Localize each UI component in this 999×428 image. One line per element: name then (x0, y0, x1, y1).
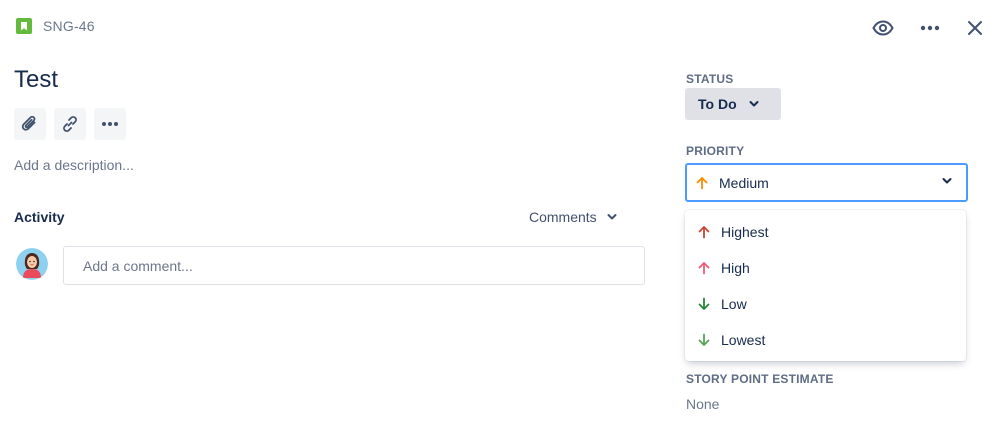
more-horizontal-icon (102, 122, 118, 126)
issue-key: SNG-46 (43, 18, 95, 34)
priority-option-label: Low (721, 296, 747, 312)
header-actions (851, 12, 991, 44)
eye-icon (872, 20, 894, 36)
priority-dropdown-menu: Highest High Low Lowest (685, 210, 966, 361)
story-point-estimate-value[interactable]: None (686, 396, 719, 412)
attach-button[interactable] (14, 108, 46, 140)
close-button[interactable] (959, 12, 991, 44)
priority-option-label: High (721, 260, 750, 276)
avatar (16, 248, 48, 280)
close-icon (968, 21, 982, 35)
priority-value: Medium (719, 174, 769, 191)
arrow-down-icon (698, 333, 710, 346)
arrow-up-icon (698, 262, 710, 275)
chevron-down-icon (749, 101, 759, 107)
priority-option-label: Lowest (721, 332, 766, 348)
issue-header: SNG-46 (0, 0, 999, 56)
status-dropdown-button[interactable]: To Do (685, 88, 781, 120)
priority-label: PRIORITY (686, 144, 745, 158)
comment-input[interactable] (63, 246, 645, 285)
priority-select[interactable]: Medium (685, 163, 968, 202)
status-label: STATUS (686, 72, 734, 86)
description-placeholder[interactable]: Add a description... (14, 157, 134, 173)
more-horizontal-icon (920, 25, 940, 31)
link-icon (63, 116, 77, 132)
chevron-down-icon (607, 214, 617, 220)
paperclip-icon (21, 115, 36, 131)
toolbar-more-button[interactable] (94, 108, 126, 140)
priority-option-lowest[interactable]: Lowest (685, 322, 966, 358)
issue-toolbar (14, 108, 126, 140)
issue-title[interactable]: Test (14, 66, 58, 94)
more-actions-button[interactable] (914, 12, 946, 44)
story-icon (16, 18, 32, 34)
status-value: To Do (698, 96, 737, 112)
story-point-estimate-label: STORY POINT ESTIMATE (686, 372, 834, 386)
activity-filter-label: Comments (529, 209, 597, 225)
activity-filter-select[interactable]: Comments (529, 209, 617, 225)
user-avatar-icon (16, 248, 48, 280)
arrow-up-icon (698, 226, 710, 239)
issue-key-breadcrumb[interactable]: SNG-46 (16, 18, 95, 34)
priority-option-label: Highest (721, 224, 769, 240)
link-issue-button[interactable] (54, 108, 86, 140)
priority-option-low[interactable]: Low (685, 286, 966, 322)
chevron-down-icon (942, 178, 952, 184)
arrow-up-icon (696, 176, 708, 189)
priority-option-highest[interactable]: Highest (685, 214, 966, 250)
priority-option-high[interactable]: High (685, 250, 966, 286)
arrow-down-icon (698, 297, 710, 310)
watch-button[interactable] (867, 12, 899, 44)
activity-heading: Activity (14, 209, 65, 225)
